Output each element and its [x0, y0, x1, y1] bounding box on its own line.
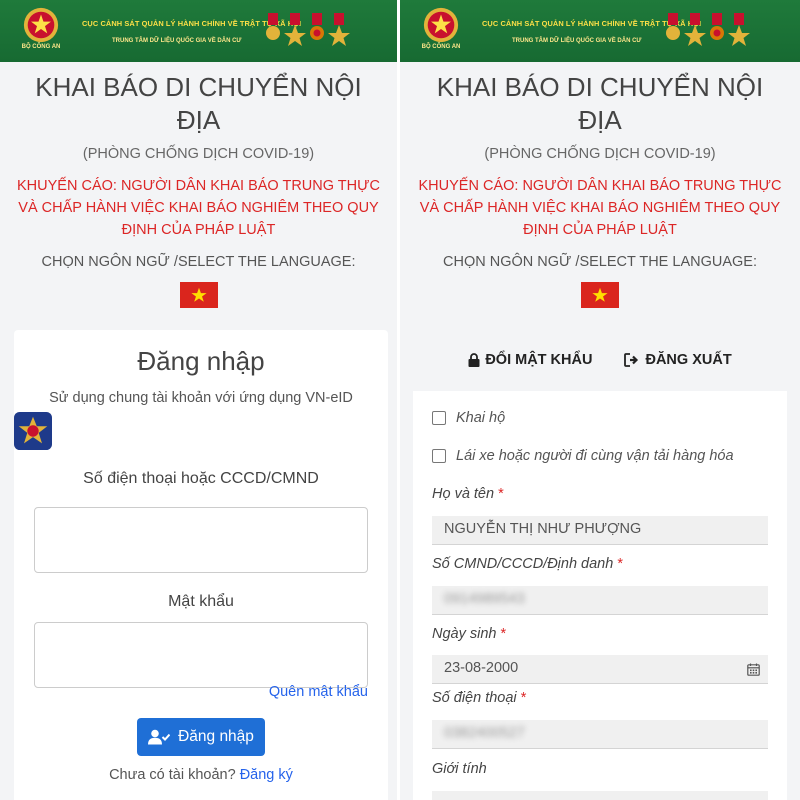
language-label: CHỌN NGÔN NGỮ /SELECT THE LANGUAGE: — [443, 254, 757, 270]
org-subtitle: TRUNG TÂM DỮ LIỆU QUỐC GIA VỀ DÂN CƯ — [512, 38, 642, 44]
id-label: Số CMND/CCCD/Định danh * — [432, 556, 623, 572]
page-title: KHAI BÁO DI CHUYỂN NỘI ĐỊA — [35, 72, 362, 135]
fullname-value: NGUYỄN THỊ NHƯ PHƯỢNG — [444, 521, 642, 537]
dob-label-text: Ngày sinh — [432, 626, 497, 642]
required-mark: * — [520, 690, 527, 706]
driver-option-row[interactable]: Lái xe hoặc người đi cùng vận tải hàng h… — [432, 448, 734, 464]
required-mark: * — [498, 486, 504, 502]
dob-value: 23-08-2000 — [444, 660, 519, 676]
declare-for-other-checkbox[interactable] — [432, 411, 446, 425]
phone-id-input[interactable] — [34, 507, 368, 573]
login-button-label: Đăng nhập — [178, 728, 254, 745]
phone-value: 0382400527 — [444, 725, 525, 741]
signup-link[interactable]: Đăng ký — [240, 767, 293, 783]
phone-id-label: Số điện thoại hoặc CCCD/CMND — [83, 470, 319, 487]
declare-for-other-label: Khai hộ — [456, 410, 506, 426]
page-subtitle: (PHÒNG CHỐNG DỊCH COVID-19) — [484, 146, 716, 162]
vneid-app-icon — [14, 412, 52, 450]
login-description: Sử dụng chung tài khoản với ứng dụng VN-… — [49, 390, 353, 406]
page-subtitle: (PHÒNG CHỐNG DỊCH COVID-19) — [82, 146, 315, 162]
change-password-button[interactable]: ĐỔI MẬT KHẨU — [468, 352, 592, 368]
gender-label-text: Giới tính — [432, 761, 487, 777]
phone-label-text: Số điện thoại — [432, 690, 517, 706]
change-password-label: ĐỔI MẬT KHẨU — [485, 352, 593, 368]
phone-input[interactable]: 0382400527 — [432, 720, 768, 749]
id-label-text: Số CMND/CCCD/Định danh — [432, 556, 614, 572]
login-title: Đăng nhập — [137, 346, 265, 376]
password-label: Mật khẩu — [168, 593, 234, 610]
dob-label: Ngày sinh * — [432, 626, 506, 642]
medals-icon — [266, 13, 350, 46]
declaration-screen: BỘ CÔNG AN CỤC CẢNH SÁT QUẢN LÝ HÀNH CHÍ… — [400, 0, 800, 800]
password-input[interactable] — [34, 622, 368, 688]
police-emblem-icon — [23, 7, 59, 43]
page-title: KHAI BÁO DI CHUYỂN NỘI ĐỊA — [436, 72, 764, 135]
required-mark: * — [500, 626, 507, 642]
warning-text: KHUYẾN CÁO: NGƯỜI DÂN KHAI BÁO TRUNG THỰ… — [17, 178, 380, 238]
sign-out-icon — [624, 353, 639, 367]
user-check-icon — [148, 729, 171, 745]
vietnam-flag-icon[interactable] — [179, 282, 218, 308]
lock-icon — [468, 353, 480, 367]
driver-option-label: Lái xe hoặc người đi cùng vận tải hàng h… — [456, 448, 734, 464]
forgot-password-link[interactable]: Quên mật khẩu — [269, 684, 368, 700]
login-screen: BỘ CÔNG AN CỤC CẢNH SÁT QUẢN LÝ HÀNH CHÍ… — [0, 0, 397, 800]
account-actions: ĐỔI MẬT KHẨU ĐĂNG XUẤT — [400, 352, 800, 371]
dob-input[interactable]: 23-08-2000 — [432, 655, 768, 684]
warning-text: KHUYẾN CÁO: NGƯỜI DÂN KHAI BÁO TRUNG THỰ… — [418, 178, 782, 238]
logout-button[interactable]: ĐĂNG XUẤT — [624, 352, 732, 368]
police-emblem-icon — [423, 7, 459, 43]
gender-label: Giới tính — [432, 761, 487, 777]
required-mark: * — [617, 556, 623, 572]
login-button[interactable]: Đăng nhập — [137, 718, 265, 756]
driver-option-checkbox[interactable] — [432, 449, 446, 463]
emblem-label: BỘ CÔNG AN — [21, 44, 61, 50]
signup-line: Chưa có tài khoản? Đăng ký — [14, 767, 388, 783]
fullname-label: Họ và tên * — [432, 486, 504, 502]
flag-star-icon — [190, 287, 207, 302]
login-card: Đăng nhập Sử dụng chung tài khoản với ứn… — [14, 330, 388, 800]
declaration-form: Khai hộ Lái xe hoặc người đi cùng vận tả… — [413, 391, 787, 800]
id-input[interactable]: 0914989543 — [432, 586, 768, 615]
calendar-icon[interactable] — [747, 663, 760, 676]
gender-select[interactable] — [432, 791, 768, 800]
gov-header: BỘ CÔNG AN CỤC CẢNH SÁT QUẢN LÝ HÀNH CHÍ… — [400, 0, 800, 62]
flag-star-icon — [592, 287, 608, 302]
declare-for-other-row[interactable]: Khai hộ — [432, 410, 505, 426]
gov-header: BỘ CÔNG AN CỤC CẢNH SÁT QUẢN LÝ HÀNH CHÍ… — [0, 0, 397, 62]
logout-label: ĐĂNG XUẤT — [645, 352, 732, 368]
fullname-label-text: Họ và tên — [432, 486, 495, 502]
vietnam-flag-icon[interactable] — [581, 282, 619, 308]
phone-label: Số điện thoại * — [432, 690, 526, 706]
medals-icon — [666, 13, 750, 46]
no-account-text: Chưa có tài khoản? — [109, 767, 236, 783]
org-subtitle: TRUNG TÂM DỮ LIỆU QUỐC GIA VỀ DÂN CƯ — [112, 38, 242, 44]
language-label: CHỌN NGÔN NGỮ /SELECT THE LANGUAGE: — [41, 254, 356, 270]
emblem-label: BỘ CÔNG AN — [421, 44, 461, 50]
id-value: 0914989543 — [444, 591, 525, 607]
fullname-input[interactable]: NGUYỄN THỊ NHƯ PHƯỢNG — [432, 516, 768, 545]
